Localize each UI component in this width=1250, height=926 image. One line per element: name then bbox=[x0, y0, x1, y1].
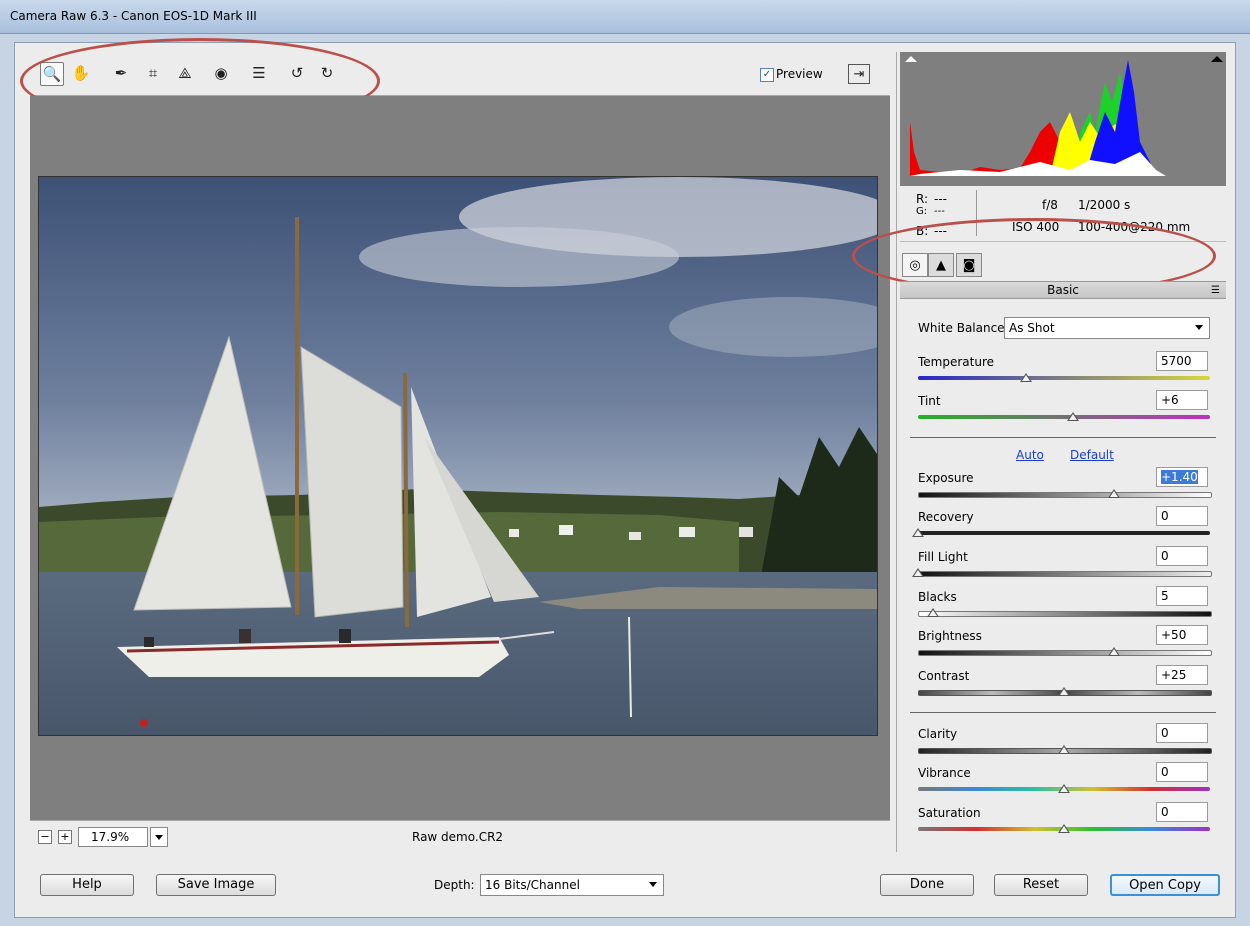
recovery-track[interactable] bbox=[918, 531, 1210, 535]
zoom-dropdown[interactable] bbox=[150, 827, 168, 847]
photo-preview bbox=[38, 176, 878, 736]
brightness-field[interactable]: +50 bbox=[1156, 625, 1208, 645]
recovery-label: Recovery bbox=[918, 510, 974, 524]
blacks-label: Blacks bbox=[918, 590, 957, 604]
saturation-label: Saturation bbox=[918, 806, 981, 820]
r-label: R: bbox=[916, 192, 929, 206]
blacks-track[interactable] bbox=[918, 611, 1212, 617]
fill-light-track[interactable] bbox=[918, 571, 1212, 577]
fullscreen-button[interactable]: ⇥ bbox=[848, 64, 870, 84]
fill-light-field[interactable]: 0 bbox=[1156, 546, 1208, 566]
saturation-thumb[interactable] bbox=[1058, 824, 1070, 833]
recovery-thumb[interactable] bbox=[912, 528, 924, 537]
panel-header: Basic ☰ bbox=[900, 281, 1226, 299]
panel-menu-icon[interactable]: ☰ bbox=[1211, 282, 1220, 299]
exposure-thumb[interactable] bbox=[1107, 489, 1120, 498]
tint-thumb[interactable] bbox=[1066, 412, 1079, 421]
fullscreen-icon: ⇥ bbox=[853, 66, 865, 82]
brightness-track[interactable] bbox=[918, 650, 1212, 656]
zoom-out-button[interactable]: − bbox=[38, 830, 52, 844]
g-value: --- bbox=[934, 206, 945, 217]
contrast-thumb[interactable] bbox=[1058, 687, 1070, 696]
zoom-value-field[interactable]: 17.9% bbox=[78, 827, 148, 847]
exposure-label: Exposure bbox=[918, 471, 974, 485]
vibrance-field[interactable]: 0 bbox=[1156, 762, 1208, 782]
brightness-label: Brightness bbox=[918, 629, 982, 643]
auto-link[interactable]: Auto bbox=[1016, 448, 1044, 462]
r-value: --- bbox=[934, 192, 947, 206]
temperature-track[interactable] bbox=[918, 376, 1210, 380]
save-image-button[interactable]: Save Image bbox=[156, 874, 276, 896]
done-button[interactable]: Done bbox=[880, 874, 974, 896]
histogram-graph bbox=[905, 56, 1223, 176]
chevron-down-icon bbox=[155, 835, 163, 840]
contrast-label: Contrast bbox=[918, 669, 970, 683]
zoom-in-button[interactable]: + bbox=[58, 830, 72, 844]
clarity-label: Clarity bbox=[918, 727, 958, 741]
title-bar: Camera Raw 6.3 - Canon EOS-1D Mark III bbox=[0, 0, 1250, 34]
help-button[interactable]: Help bbox=[40, 874, 134, 896]
white-balance-select[interactable]: As Shot bbox=[1004, 317, 1210, 339]
recovery-field[interactable]: 0 bbox=[1156, 506, 1208, 526]
chevron-down-icon bbox=[649, 882, 657, 887]
preview-label: Preview bbox=[776, 67, 823, 81]
tint-track[interactable] bbox=[918, 415, 1210, 419]
preview-checkbox[interactable]: ✓ bbox=[760, 68, 774, 82]
g-label: G: bbox=[916, 206, 928, 217]
tint-label: Tint bbox=[918, 394, 941, 408]
temperature-label: Temperature bbox=[918, 355, 995, 369]
status-bar: − + 17.9% Raw demo.CR2 bbox=[30, 820, 890, 852]
reset-button[interactable]: Reset bbox=[994, 874, 1088, 896]
tint-field[interactable]: +6 bbox=[1156, 390, 1208, 410]
panel-title: Basic bbox=[1047, 283, 1079, 297]
filename: Raw demo.CR2 bbox=[412, 830, 504, 844]
white-balance-label: White Balance: bbox=[918, 321, 1009, 335]
shutter-speed: 1/2000 s bbox=[1078, 198, 1131, 212]
exposure-track[interactable] bbox=[918, 492, 1212, 498]
default-link[interactable]: Default bbox=[1070, 448, 1114, 462]
separator bbox=[910, 437, 1216, 438]
temperature-field[interactable]: 5700 bbox=[1156, 351, 1208, 371]
zoom-value: 17.9% bbox=[91, 830, 130, 844]
saturation-field[interactable]: 0 bbox=[1156, 802, 1208, 822]
sailboat-photo bbox=[39, 177, 877, 735]
blacks-thumb[interactable] bbox=[926, 608, 939, 617]
depth-value: 16 Bits/Channel bbox=[485, 878, 580, 892]
vibrance-thumb[interactable] bbox=[1058, 784, 1070, 793]
vibrance-label: Vibrance bbox=[918, 766, 971, 780]
clarity-thumb[interactable] bbox=[1058, 745, 1070, 754]
open-copy-button[interactable]: Open Copy bbox=[1110, 874, 1220, 896]
clarity-field[interactable]: 0 bbox=[1156, 723, 1208, 743]
chevron-down-icon bbox=[1195, 325, 1203, 330]
blacks-field[interactable]: 5 bbox=[1156, 586, 1208, 606]
histogram bbox=[900, 52, 1226, 186]
brightness-thumb[interactable] bbox=[1107, 647, 1120, 656]
depth-label: Depth: bbox=[434, 878, 475, 892]
aperture: f/8 bbox=[1042, 198, 1058, 212]
exposure-value: +1.40 bbox=[1161, 470, 1198, 484]
fill-light-thumb[interactable] bbox=[912, 568, 924, 577]
fill-light-label: Fill Light bbox=[918, 550, 968, 564]
window-title: Camera Raw 6.3 - Canon EOS-1D Mark III bbox=[10, 9, 257, 23]
white-balance-value: As Shot bbox=[1009, 321, 1055, 335]
exposure-field[interactable]: +1.40 bbox=[1156, 467, 1208, 487]
temperature-thumb[interactable] bbox=[1020, 373, 1033, 382]
depth-select[interactable]: 16 Bits/Channel bbox=[480, 874, 664, 896]
contrast-field[interactable]: +25 bbox=[1156, 665, 1208, 685]
separator bbox=[910, 712, 1216, 713]
